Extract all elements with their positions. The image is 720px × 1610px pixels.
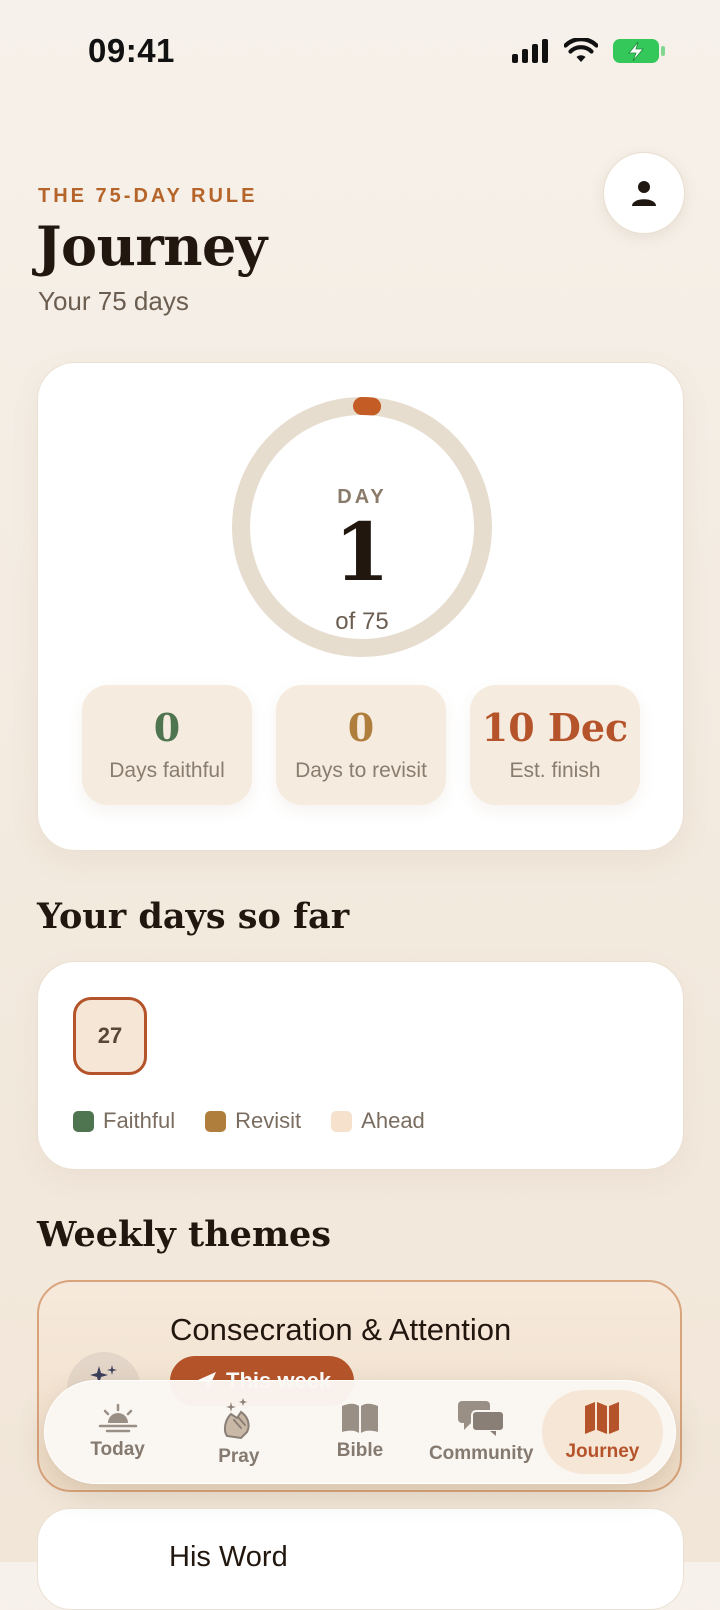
tab-today[interactable]: Today (57, 1390, 178, 1474)
legend-faithful: Faithful (73, 1108, 175, 1134)
legend-label: Faithful (103, 1108, 176, 1133)
stat-value: 10 Dec (481, 705, 629, 750)
faithful-swatch (73, 1110, 94, 1132)
tab-pray[interactable]: Pray (178, 1390, 299, 1474)
stat-days-faithful: 0 Days faithful (82, 685, 252, 805)
days-legend: Faithful Revisit Ahead (73, 1108, 425, 1134)
day-cell[interactable]: 27 (73, 997, 147, 1075)
chat-bubbles-icon (458, 1401, 506, 1436)
ring-of-total: of 75 (335, 608, 389, 635)
tab-bar: Today Pray Bible Community Journey (44, 1380, 676, 1484)
stat-label: Days faithful (109, 759, 225, 782)
page-title: Journey (36, 214, 267, 278)
stat-label: Est. finish (509, 759, 601, 782)
tab-label: Community (428, 1443, 534, 1464)
progress-card: DAY 1 of 75 0 Days faithful 0 Days to re… (37, 362, 684, 851)
ahead-swatch (331, 1110, 353, 1132)
page-subtitle: Your 75 days (38, 286, 189, 316)
tab-label: Pray (218, 1446, 260, 1467)
tab-journey[interactable]: Journey (541, 1390, 664, 1474)
person-icon (632, 181, 656, 206)
revisit-swatch (205, 1110, 227, 1132)
section-eyebrow: THE 75-DAY RULE (38, 185, 258, 207)
tab-bible[interactable]: Bible (299, 1390, 420, 1474)
days-section-title: Your days so far (37, 896, 350, 937)
theme-title: His Word (169, 1541, 288, 1573)
theme-card-next[interactable]: His Word (37, 1508, 684, 1610)
sunrise-icon (98, 1403, 137, 1433)
themes-section-title: Weekly themes (37, 1214, 331, 1255)
tab-community[interactable]: Community (421, 1390, 542, 1474)
tab-label: Journey (565, 1441, 640, 1462)
stat-label: Days to revisit (295, 759, 427, 782)
wifi-icon (564, 38, 598, 62)
tab-label: Today (90, 1439, 145, 1460)
status-time: 09:41 (88, 32, 175, 69)
theme-title: Consecration & Attention (170, 1312, 512, 1347)
praying-hands-icon (223, 1398, 250, 1440)
cellular-signal-icon (512, 39, 548, 63)
legend-ahead: Ahead (331, 1108, 425, 1134)
legend-label: Ahead (361, 1108, 425, 1133)
tab-label: Bible (336, 1440, 384, 1461)
legend-revisit: Revisit (205, 1108, 301, 1134)
book-icon (342, 1403, 378, 1433)
stat-est-finish: 10 Dec Est. finish (470, 685, 640, 805)
stat-days-to-revisit: 0 Days to revisit (276, 685, 446, 805)
battery-charging-icon (613, 39, 665, 63)
stat-value: 0 (347, 705, 375, 750)
profile-button[interactable] (603, 152, 685, 234)
stat-value: 0 (153, 705, 181, 750)
progress-ring: DAY 1 of 75 (231, 396, 493, 658)
legend-label: Revisit (235, 1108, 302, 1133)
days-grid-card: 27 Faithful Revisit Ahead (37, 961, 684, 1170)
status-icons (512, 38, 666, 64)
map-icon (585, 1402, 620, 1434)
ring-day-number: 1 (334, 505, 390, 599)
